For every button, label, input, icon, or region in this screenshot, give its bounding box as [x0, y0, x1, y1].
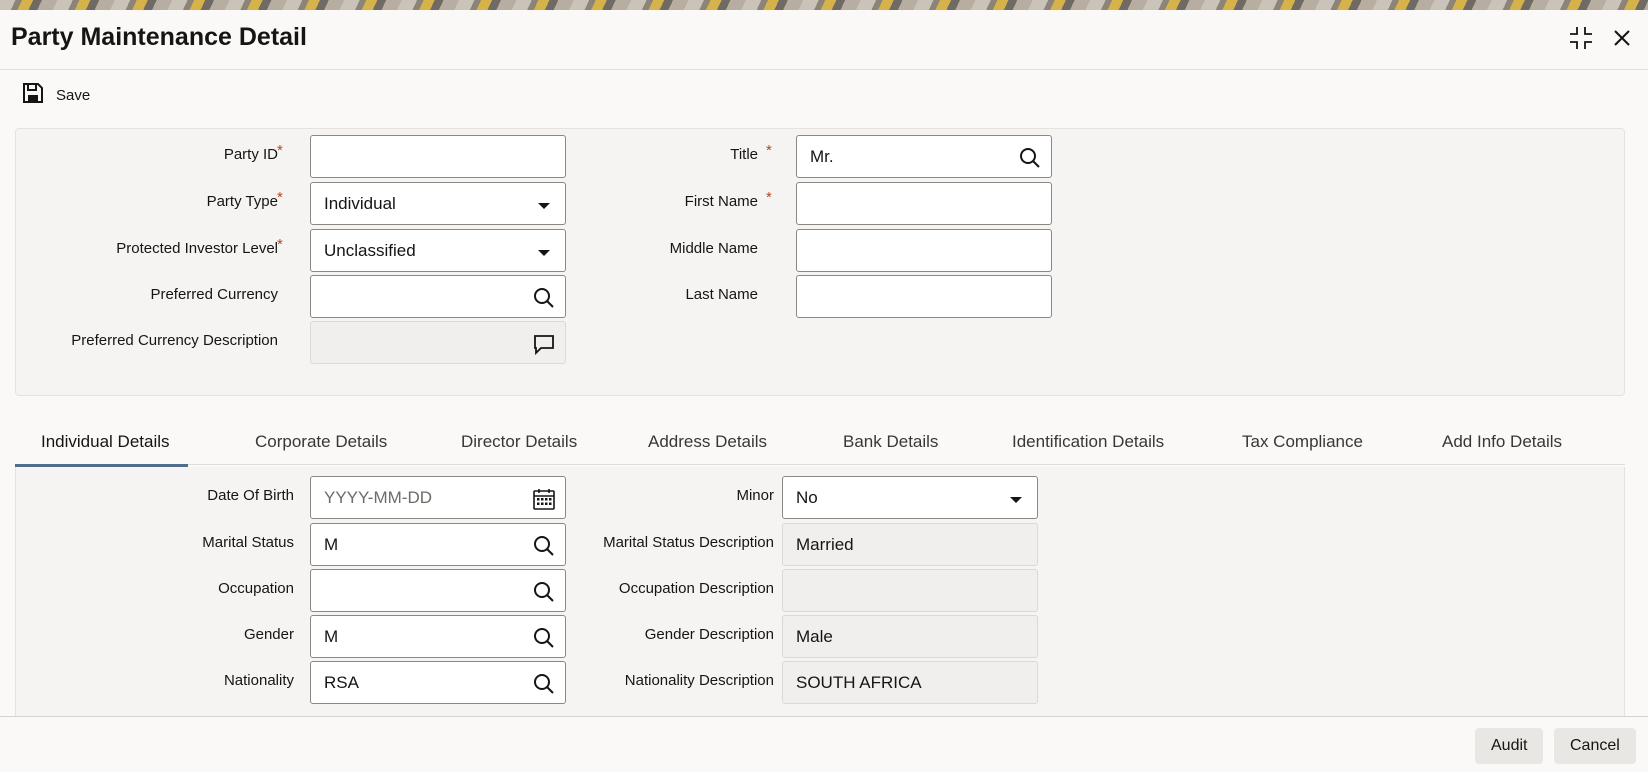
- preferred-currency-description-field: [310, 321, 566, 364]
- marital-status-description-label: Marital Status Description: [603, 534, 774, 551]
- party-header-panel: Party ID * Party Type * Individual Prote…: [15, 128, 1625, 396]
- protected-investor-level-select[interactable]: Unclassified: [310, 229, 566, 272]
- party-type-label: Party Type: [206, 193, 278, 210]
- party-id-input[interactable]: [310, 135, 566, 178]
- save-button[interactable]: Save: [22, 82, 90, 108]
- close-icon[interactable]: [1608, 24, 1636, 52]
- minor-select[interactable]: No: [782, 476, 1038, 519]
- title-bar: Party Maintenance Detail: [0, 10, 1648, 70]
- first-name-required: *: [766, 189, 772, 206]
- protected-investor-level-label: Protected Investor Level: [116, 240, 278, 257]
- marital-status-input[interactable]: M: [310, 523, 566, 566]
- nationality-description-label: Nationality Description: [624, 672, 774, 689]
- preferred-currency-label: Preferred Currency: [150, 286, 278, 303]
- search-icon[interactable]: [532, 672, 556, 696]
- date-of-birth-label: Date Of Birth: [207, 487, 294, 504]
- first-name-input[interactable]: [796, 182, 1052, 225]
- cancel-button[interactable]: Cancel: [1554, 728, 1636, 764]
- detail-tabs: Individual Details Corporate Details Dir…: [15, 419, 1625, 467]
- tab-add-info-details[interactable]: Add Info Details: [1442, 419, 1562, 465]
- marital-status-label: Marital Status: [202, 534, 294, 551]
- search-icon[interactable]: [532, 286, 556, 310]
- gender-description-label: Gender Description: [644, 626, 774, 643]
- footer-bar: Audit Cancel: [0, 716, 1648, 772]
- marital-status-description-field: Married: [782, 523, 1038, 566]
- page-title: Party Maintenance Detail: [11, 23, 307, 51]
- party-id-label: Party ID: [223, 146, 278, 163]
- middle-name-input[interactable]: [796, 229, 1052, 272]
- tab-corporate-details[interactable]: Corporate Details: [255, 419, 387, 465]
- occupation-description-label: Occupation Description: [618, 580, 774, 597]
- minor-label: Minor: [736, 487, 774, 504]
- save-label: Save: [56, 86, 91, 104]
- caret-down-icon: [1004, 487, 1028, 511]
- gender-description-field: Male: [782, 615, 1038, 658]
- tab-director-details[interactable]: Director Details: [461, 419, 577, 465]
- occupation-description-field: [782, 569, 1038, 612]
- comment-icon[interactable]: [532, 332, 556, 356]
- tab-identification-details[interactable]: Identification Details: [1012, 419, 1164, 465]
- caret-down-icon: [532, 193, 556, 217]
- preferred-currency-input[interactable]: [310, 275, 566, 318]
- search-icon[interactable]: [532, 580, 556, 604]
- title-required: *: [766, 142, 772, 159]
- party-type-required: *: [277, 189, 283, 206]
- occupation-input[interactable]: [310, 569, 566, 612]
- last-name-label: Last Name: [685, 286, 758, 303]
- title-label: Title: [730, 146, 758, 163]
- occupation-label: Occupation: [218, 580, 294, 597]
- tab-tax-compliance[interactable]: Tax Compliance: [1242, 419, 1363, 465]
- audit-button[interactable]: Audit: [1475, 728, 1544, 764]
- protected-investor-level-required: *: [277, 236, 283, 253]
- tab-address-details[interactable]: Address Details: [648, 419, 767, 465]
- search-icon[interactable]: [532, 626, 556, 650]
- toolbar: Save: [0, 70, 1648, 122]
- tab-individual-details[interactable]: Individual Details: [15, 419, 187, 467]
- floppy-disk-icon: [22, 82, 44, 109]
- title-input[interactable]: Mr.: [796, 135, 1052, 178]
- party-maintenance-window: Party Maintenance Detail Save Party ID *: [0, 10, 1648, 772]
- party-id-required: *: [277, 142, 283, 159]
- header-banner: [0, 0, 1648, 10]
- caret-down-icon: [532, 240, 556, 264]
- nationality-description-field: SOUTH AFRICA: [782, 661, 1038, 704]
- last-name-input[interactable]: [796, 275, 1052, 318]
- nationality-label: Nationality: [223, 672, 294, 689]
- gender-input[interactable]: M: [310, 615, 566, 658]
- individual-details-panel: Date Of Birth YYYY-MM-DD Marital Status …: [15, 467, 1625, 717]
- tab-bank-details[interactable]: Bank Details: [843, 419, 938, 465]
- nationality-input[interactable]: RSA: [310, 661, 566, 704]
- preferred-currency-description-label: Preferred Currency Description: [71, 332, 278, 349]
- collapse-icon[interactable]: [1567, 24, 1595, 52]
- calendar-icon[interactable]: [532, 487, 556, 511]
- middle-name-label: Middle Name: [669, 240, 758, 257]
- search-icon[interactable]: [1018, 146, 1042, 170]
- date-of-birth-input[interactable]: YYYY-MM-DD: [310, 476, 566, 519]
- first-name-label: First Name: [684, 193, 758, 210]
- party-type-select[interactable]: Individual: [310, 182, 566, 225]
- search-icon[interactable]: [532, 534, 556, 558]
- gender-label: Gender: [243, 626, 294, 643]
